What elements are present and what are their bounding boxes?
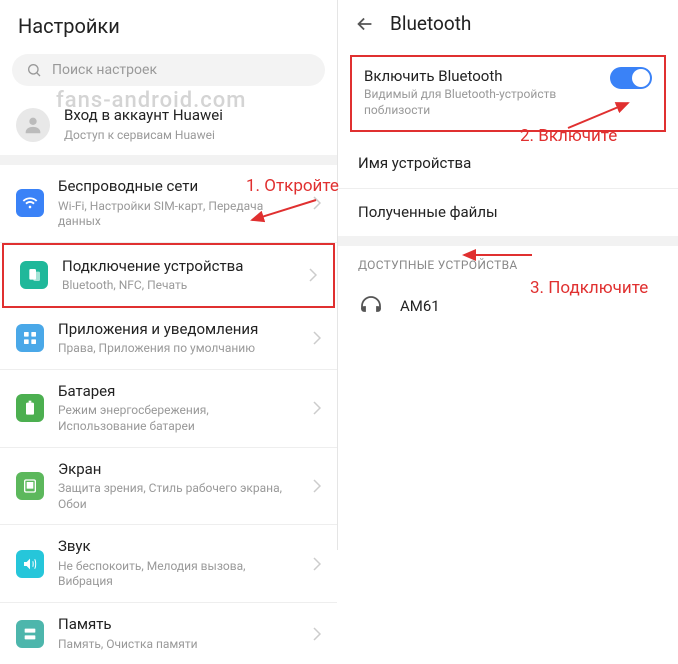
enable-bluetooth-row[interactable]: Включить Bluetooth Видимый для Bluetooth… bbox=[350, 55, 666, 132]
bluetooth-toggle[interactable] bbox=[610, 67, 652, 89]
row-title: Звук bbox=[58, 537, 299, 557]
chevron-right-icon bbox=[313, 627, 321, 641]
row-title: Экран bbox=[58, 460, 299, 480]
row-sub: Не беспокоить, Мелодия вызова, Вибрация bbox=[58, 559, 299, 590]
back-arrow-icon[interactable] bbox=[354, 13, 376, 35]
row-sub: Память, Очистка памяти bbox=[58, 637, 299, 653]
row-title: Батарея bbox=[58, 382, 299, 402]
storage-row[interactable]: Память Память, Очистка памяти bbox=[0, 603, 337, 664]
device-icon bbox=[20, 261, 48, 289]
row-sub: Bluetooth, NFC, Печать bbox=[62, 278, 295, 294]
chevron-right-icon bbox=[313, 331, 321, 345]
available-devices-header: ДОСТУПНЫЕ УСТРОЙСТВА bbox=[338, 246, 678, 280]
chevron-right-icon bbox=[309, 268, 317, 282]
settings-panel: Настройки Поиск настроек Вход в аккаунт … bbox=[0, 0, 338, 550]
received-files-label: Полученные файлы bbox=[358, 203, 498, 223]
headphones-icon bbox=[358, 294, 384, 320]
bluetooth-header: Bluetooth bbox=[338, 0, 678, 47]
chevron-right-icon bbox=[313, 557, 321, 571]
account-sub: Доступ к сервисам Huawei bbox=[64, 128, 321, 144]
chevron-right-icon bbox=[313, 196, 321, 210]
apps-icon bbox=[16, 324, 44, 352]
storage-icon bbox=[16, 620, 44, 648]
divider bbox=[0, 155, 337, 165]
row-title: Приложения и уведомления bbox=[58, 320, 299, 340]
chevron-right-icon bbox=[313, 401, 321, 415]
row-sub: Права, Приложения по умолчанию bbox=[58, 341, 299, 357]
settings-header: Настройки bbox=[0, 0, 337, 50]
device-am61-row[interactable]: AM61 bbox=[338, 280, 678, 334]
divider bbox=[338, 236, 678, 246]
wireless-row[interactable]: Беспроводные сети Wi-Fi, Настройки SIM-к… bbox=[0, 165, 337, 243]
device-name-row[interactable]: Имя устройства bbox=[338, 140, 678, 189]
display-icon bbox=[16, 472, 44, 500]
row-sub: Wi-Fi, Настройки SIM-карт, Передача данн… bbox=[58, 199, 299, 230]
display-row[interactable]: Экран Защита зрения, Стиль рабочего экра… bbox=[0, 448, 337, 526]
search-input[interactable]: Поиск настроек bbox=[12, 54, 325, 86]
sound-row[interactable]: Звук Не беспокоить, Мелодия вызова, Вибр… bbox=[0, 525, 337, 603]
row-title: Подключение устройства bbox=[62, 257, 295, 277]
enable-sub: Видимый для Bluetooth-устройств поблизос… bbox=[364, 87, 600, 118]
row-sub: Защита зрения, Стиль рабочего экрана, Об… bbox=[58, 481, 299, 512]
wifi-icon bbox=[16, 189, 44, 217]
bluetooth-panel: Bluetooth Включить Bluetooth Видимый для… bbox=[338, 0, 678, 550]
search-placeholder: Поиск настроек bbox=[52, 62, 157, 78]
device-name: AM61 bbox=[400, 297, 440, 317]
device-connection-row[interactable]: Подключение устройства Bluetooth, NFC, П… bbox=[2, 243, 335, 308]
bluetooth-title: Bluetooth bbox=[390, 12, 471, 35]
row-title: Беспроводные сети bbox=[58, 177, 299, 197]
apps-row[interactable]: Приложения и уведомления Права, Приложен… bbox=[0, 308, 337, 370]
avatar-icon bbox=[16, 108, 50, 142]
device-name-label: Имя устройства bbox=[358, 154, 471, 174]
chevron-right-icon bbox=[313, 479, 321, 493]
account-row[interactable]: Вход в аккаунт Huawei Доступ к сервисам … bbox=[0, 94, 337, 155]
search-icon bbox=[26, 62, 42, 78]
battery-icon bbox=[16, 394, 44, 422]
battery-row[interactable]: Батарея Режим энергосбережения, Использо… bbox=[0, 370, 337, 448]
row-title: Память bbox=[58, 615, 299, 635]
account-title: Вход в аккаунт Huawei bbox=[64, 106, 321, 126]
row-sub: Режим энергосбережения, Использование ба… bbox=[58, 403, 299, 434]
sound-icon bbox=[16, 550, 44, 578]
enable-title: Включить Bluetooth bbox=[364, 67, 600, 85]
received-files-row[interactable]: Полученные файлы bbox=[338, 189, 678, 237]
